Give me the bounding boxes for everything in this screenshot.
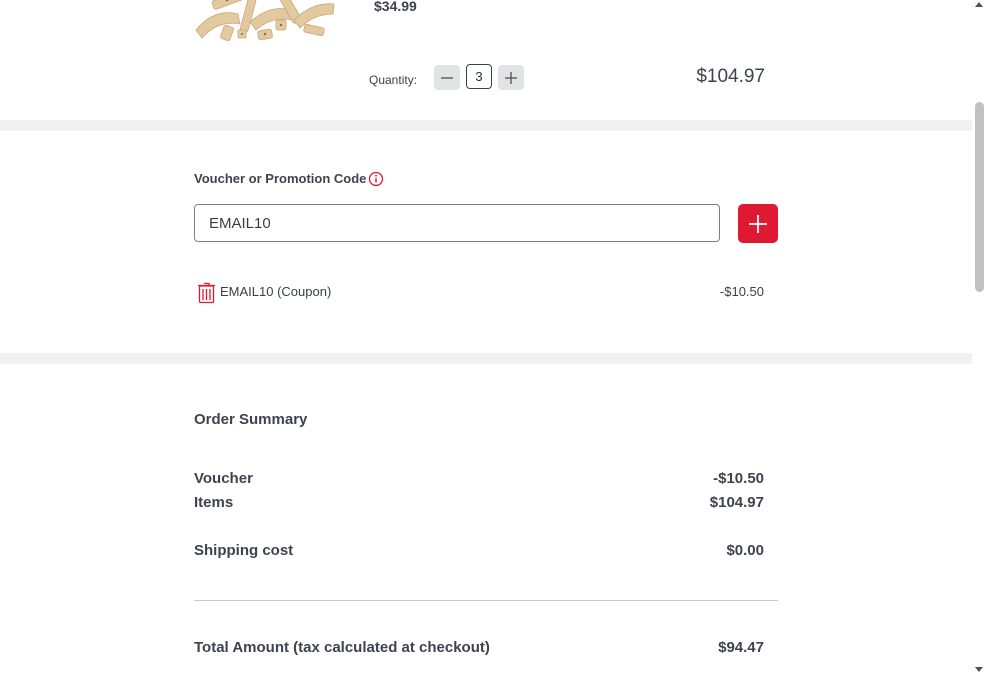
total-value: $94.47 bbox=[718, 639, 764, 656]
voucher-title: Voucher or Promotion Code bbox=[194, 171, 367, 186]
minus-icon bbox=[441, 76, 453, 79]
section-divider bbox=[0, 353, 972, 364]
line-total: $104.97 bbox=[696, 66, 765, 87]
apply-voucher-button[interactable] bbox=[738, 204, 778, 243]
summary-row-label: Shipping cost bbox=[194, 542, 294, 559]
plus-icon bbox=[505, 71, 517, 84]
summary-row-value: $104.97 bbox=[709, 494, 764, 511]
plus-icon bbox=[749, 214, 767, 233]
applied-coupon-label: EMAIL10 (Coupon) bbox=[220, 284, 332, 299]
summary-row-value: $0.00 bbox=[726, 542, 764, 559]
summary-row-label: Items bbox=[194, 494, 234, 511]
trash-icon[interactable] bbox=[197, 281, 216, 304]
quantity-input[interactable]: 3 bbox=[466, 64, 492, 89]
product-image bbox=[195, 0, 335, 42]
quantity-decrease-button[interactable] bbox=[434, 65, 460, 90]
summary-divider bbox=[194, 600, 778, 601]
applied-coupon-amount: -$10.50 bbox=[719, 284, 764, 299]
quantity-increase-button[interactable] bbox=[498, 65, 524, 90]
order-summary-title: Order Summary bbox=[194, 411, 308, 428]
scroll-down-arrow-icon[interactable] bbox=[975, 667, 983, 672]
summary-row-value: -$10.50 bbox=[713, 470, 764, 487]
quantity-label: Quantity: bbox=[369, 73, 418, 87]
scroll-up-arrow-icon[interactable] bbox=[975, 2, 983, 7]
scrollbar-thumb[interactable] bbox=[975, 102, 984, 292]
info-icon[interactable] bbox=[368, 171, 384, 187]
unit-price: $34.99 bbox=[374, 0, 417, 14]
total-label: Total Amount (tax calculated at checkout… bbox=[194, 639, 490, 656]
summary-row-label: Voucher bbox=[194, 470, 253, 487]
section-divider bbox=[0, 120, 972, 131]
voucher-code-input[interactable] bbox=[194, 204, 720, 242]
cart-page: $34.99 Quantity: 3 $104.97 Voucher or Pr… bbox=[0, 0, 972, 679]
